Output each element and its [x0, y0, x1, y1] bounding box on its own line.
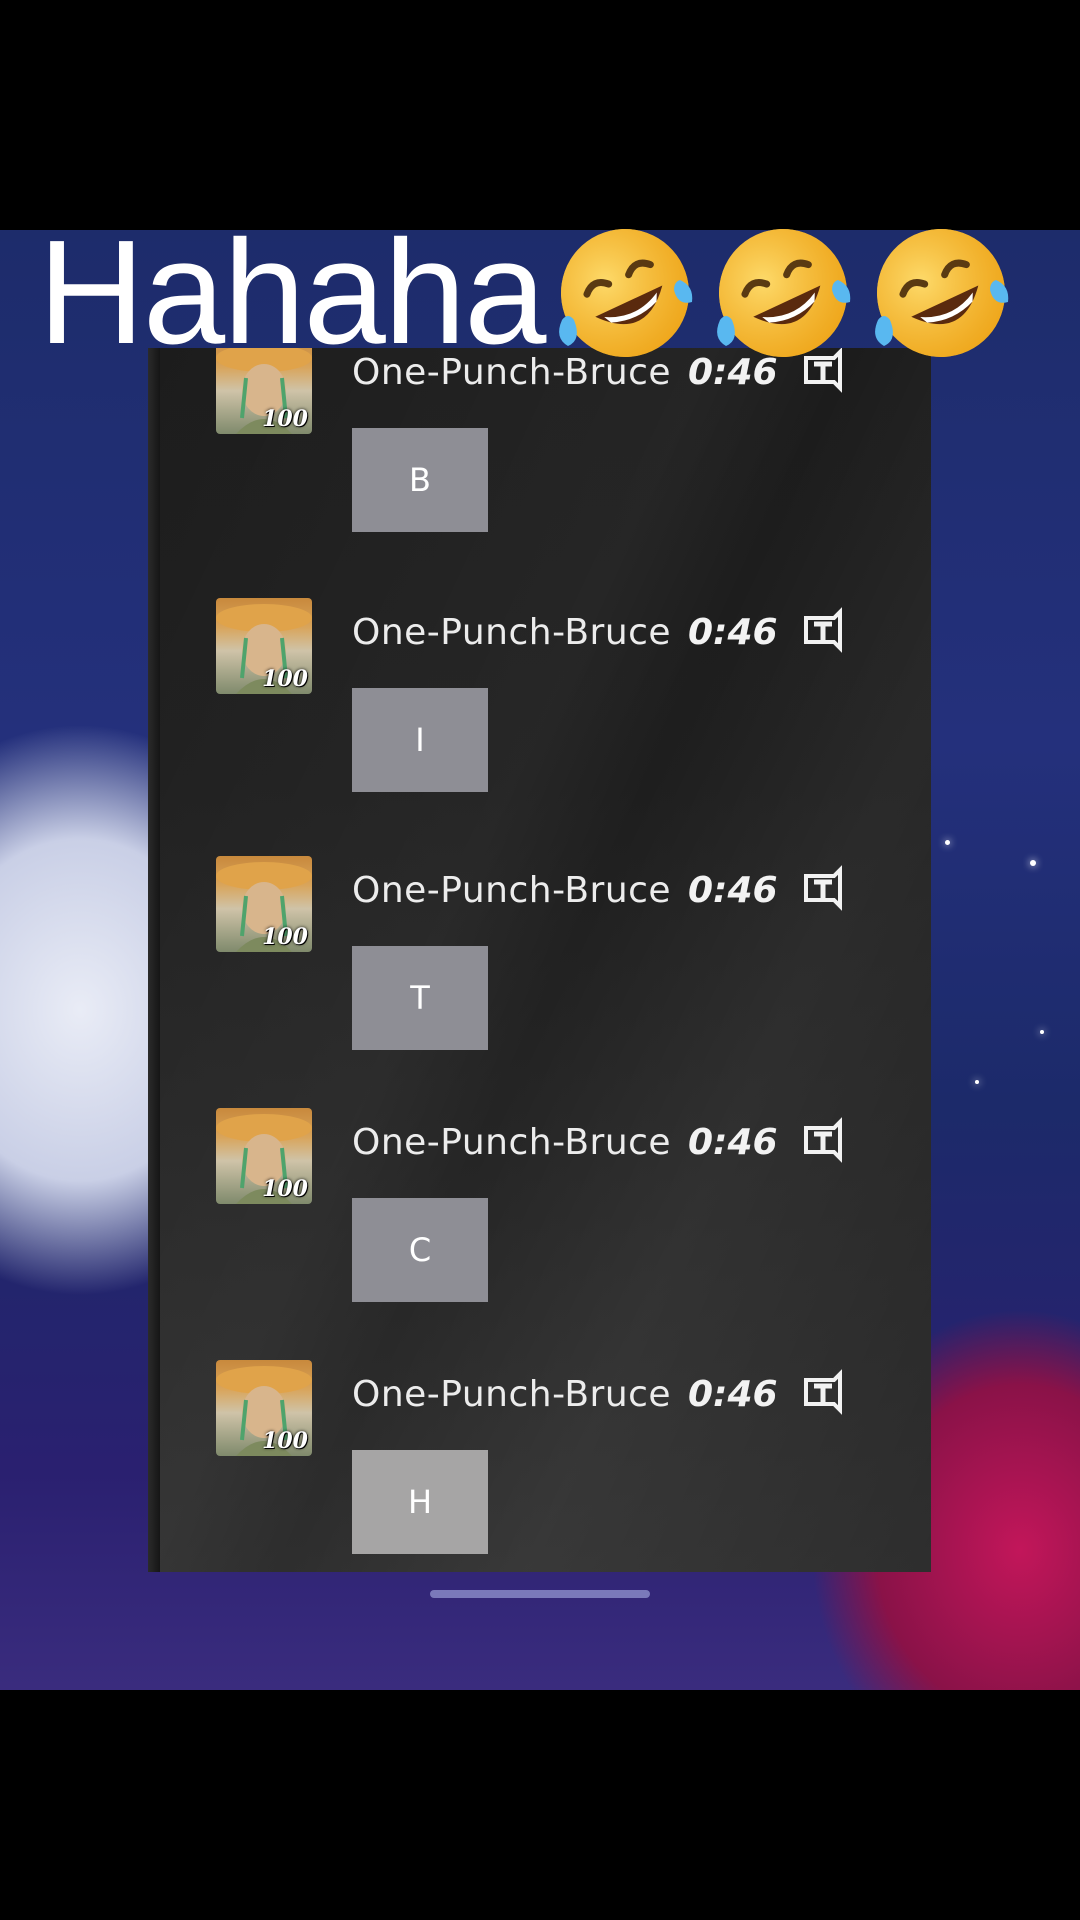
scrollbar[interactable] — [430, 1590, 650, 1598]
player-level: 100 — [262, 1176, 308, 1202]
chat-entry: 100 One-Punch-Bruce 0:46 I — [148, 598, 931, 848]
caption-overlay: Hahaha — [38, 210, 1026, 375]
message-time: 0:46 — [688, 612, 778, 653]
message-bubble: I — [352, 688, 488, 792]
translate-icon[interactable] — [798, 1366, 852, 1420]
message-time: 0:46 — [688, 1122, 778, 1163]
player-avatar[interactable]: 100 — [216, 1360, 312, 1456]
translate-icon[interactable] — [798, 604, 852, 658]
rolling-on-floor-laughing-emoji — [552, 220, 698, 366]
player-name[interactable]: One-Punch-Bruce — [352, 612, 671, 653]
player-avatar[interactable]: 100 — [216, 1108, 312, 1204]
player-level: 100 — [262, 406, 308, 432]
video-frame: Hahaha 100 One-Punch-Bruce 0:46 B 100 On… — [0, 0, 1080, 1920]
player-avatar[interactable]: 100 — [216, 856, 312, 952]
message-time: 0:46 — [688, 870, 778, 911]
caption-text: Hahaha — [38, 210, 546, 375]
player-name[interactable]: One-Punch-Bruce — [352, 870, 671, 911]
message-bubble: C — [352, 1198, 488, 1302]
chat-panel: 100 One-Punch-Bruce 0:46 B 100 One-Punch… — [148, 348, 931, 1572]
player-name[interactable]: One-Punch-Bruce — [352, 1122, 671, 1163]
message-time: 0:46 — [688, 1374, 778, 1415]
rolling-on-floor-laughing-emoji — [868, 220, 1014, 366]
player-level: 100 — [262, 924, 308, 950]
emoji-group — [552, 220, 1026, 366]
chat-entry: 100 One-Punch-Bruce 0:46 H — [148, 1360, 931, 1572]
player-name[interactable]: One-Punch-Bruce — [352, 1374, 671, 1415]
chat-entry: 100 One-Punch-Bruce 0:46 T — [148, 856, 931, 1106]
message-bubble: H — [352, 1450, 488, 1554]
player-level: 100 — [262, 666, 308, 692]
translate-icon[interactable] — [798, 1114, 852, 1168]
player-avatar[interactable]: 100 — [216, 598, 312, 694]
chat-entry: 100 One-Punch-Bruce 0:46 B — [148, 348, 931, 588]
rolling-on-floor-laughing-emoji — [710, 220, 856, 366]
monitor-edge — [148, 348, 160, 1572]
message-bubble: T — [352, 946, 488, 1050]
player-level: 100 — [262, 1428, 308, 1454]
chat-entry: 100 One-Punch-Bruce 0:46 C — [148, 1108, 931, 1358]
translate-icon[interactable] — [798, 862, 852, 916]
message-bubble: B — [352, 428, 488, 532]
